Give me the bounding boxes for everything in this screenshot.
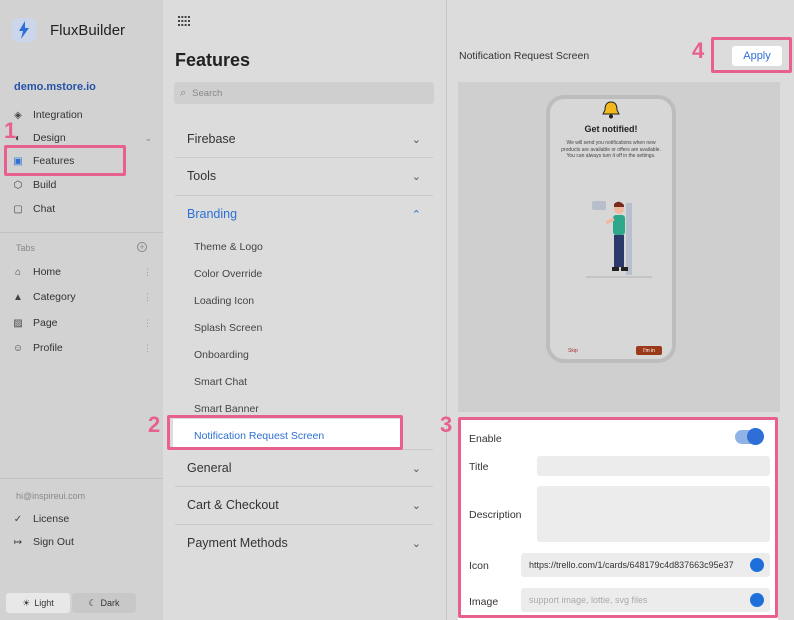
- home-icon: ⌂: [14, 266, 22, 278]
- theme-light-button[interactable]: ☀ Light: [6, 593, 70, 613]
- moon-icon: ☾: [88, 597, 97, 608]
- person-icon: ☺: [12, 342, 24, 354]
- image-icon: ▨: [13, 317, 23, 329]
- sidebar-tab-label: Profile: [33, 342, 63, 354]
- project-domain[interactable]: demo.mstore.io: [14, 81, 96, 93]
- bell-icon: [602, 101, 620, 119]
- sidebar-tab-label: Page: [33, 317, 58, 329]
- sidebar-tab-label: Home: [33, 266, 62, 278]
- callout-number-4: 4: [692, 38, 705, 63]
- highlight-box-2: [167, 415, 403, 450]
- check-circle-icon: ✓: [13, 513, 23, 525]
- sign-out-button[interactable]: ↦ Sign Out: [12, 532, 152, 552]
- search-placeholder: Search: [192, 87, 223, 99]
- drag-handle-icon[interactable]: ⋮: [143, 318, 152, 329]
- chat-icon: ▢: [13, 203, 23, 215]
- highlight-box-3: [458, 417, 778, 618]
- chevron-down-icon: ⌄: [411, 170, 421, 183]
- phone-heading: Get notified!: [584, 124, 638, 134]
- section-label: Branding: [187, 207, 238, 221]
- section-payment-methods[interactable]: Payment Methods ⌄: [175, 525, 433, 561]
- section-label: Payment Methods: [187, 536, 288, 550]
- license-label: License: [33, 513, 70, 525]
- search-icon: ⌕: [180, 86, 187, 99]
- drag-handle-icon[interactable]: ⋮: [143, 292, 152, 303]
- callout-number-3: 3: [440, 412, 453, 437]
- sidebar-item-build[interactable]: ⬡ Build: [12, 175, 152, 195]
- user-email: hi@inspireui.com: [16, 491, 86, 501]
- theme-switch: ☀ Light ☾ Dark: [6, 593, 136, 613]
- sidebar-item-integration[interactable]: ◈ Integration: [12, 105, 152, 125]
- preview-title: Notification Request Screen: [459, 50, 590, 62]
- sidebar-tab-label: Category: [33, 291, 76, 303]
- theme-dark-button[interactable]: ☾ Dark: [72, 593, 136, 613]
- chevron-up-icon: ⌃: [411, 208, 421, 221]
- phone-skip-button: Skip: [568, 348, 578, 354]
- sign-out-label: Sign Out: [33, 536, 74, 548]
- page-title: Features: [175, 50, 251, 70]
- cube-icon: ⬡: [13, 179, 23, 191]
- sidebar-tab-profile[interactable]: ☺ Profile ⋮: [12, 338, 152, 358]
- add-tab-icon[interactable]: +: [137, 242, 147, 252]
- sidebar: FluxBuilder demo.mstore.io ◈ Integration…: [0, 0, 163, 620]
- chevron-down-icon: ⌄: [144, 132, 152, 143]
- drag-handle-icon[interactable]: ⋮: [143, 267, 152, 278]
- branding-item-loading-icon[interactable]: Loading Icon: [194, 295, 254, 307]
- section-firebase[interactable]: Firebase ⌄: [175, 121, 433, 157]
- divider: [446, 0, 447, 620]
- branding-item-theme-logo[interactable]: Theme & Logo: [194, 241, 263, 253]
- brand-name: FluxBuilder: [50, 22, 126, 39]
- section-label: General: [187, 461, 232, 475]
- theme-dark-label: Dark: [100, 598, 120, 608]
- divider: [0, 232, 163, 233]
- triangle-icon: ▲: [13, 291, 23, 303]
- sidebar-item-label: Build: [33, 179, 57, 191]
- drag-handle-icon[interactable]: ⋮: [143, 343, 152, 354]
- branding-item-color-override[interactable]: Color Override: [194, 268, 262, 280]
- section-label: Cart & Checkout: [187, 498, 279, 512]
- sidebar-tab-page[interactable]: ▨ Page ⋮: [12, 313, 152, 333]
- callout-number-2: 2: [148, 412, 161, 437]
- search-input[interactable]: ⌕ Search: [174, 82, 434, 104]
- sidebar-item-label: Integration: [33, 109, 83, 121]
- sidebar-tab-category[interactable]: ▲ Category ⋮: [12, 287, 152, 307]
- highlight-box-4: [711, 37, 792, 73]
- section-general[interactable]: General ⌄: [175, 450, 433, 486]
- theme-light-label: Light: [34, 598, 54, 608]
- tabs-header: Tabs: [16, 243, 36, 253]
- license-button[interactable]: ✓ License: [12, 509, 152, 529]
- logout-icon: ↦: [13, 536, 23, 548]
- section-label: Tools: [187, 169, 217, 183]
- chevron-down-icon: ⌄: [411, 462, 421, 475]
- sidebar-item-label: Chat: [33, 203, 56, 215]
- branding-item-onboarding[interactable]: Onboarding: [194, 349, 249, 361]
- section-label: Firebase: [187, 132, 236, 146]
- sidebar-item-label: Design: [33, 132, 66, 144]
- branding-item-smart-chat[interactable]: Smart Chat: [194, 376, 247, 388]
- branding-item-smart-banner[interactable]: Smart Banner: [194, 403, 259, 415]
- person-illustration: [586, 201, 652, 278]
- section-branding[interactable]: Branding ⌃: [175, 196, 433, 232]
- callout-number-1: 1: [4, 118, 17, 143]
- phone-description: We will send you notifications when new …: [561, 140, 661, 159]
- chevron-down-icon: ⌄: [411, 537, 421, 550]
- sun-icon: ☀: [22, 597, 31, 608]
- grid-menu-icon[interactable]: [178, 13, 190, 31]
- sidebar-tab-home[interactable]: ⌂ Home ⋮: [12, 262, 152, 282]
- highlight-box-1: [4, 145, 126, 176]
- divider: [0, 478, 163, 479]
- chevron-down-icon: ⌄: [411, 133, 421, 146]
- section-cart-checkout[interactable]: Cart & Checkout ⌄: [175, 487, 433, 523]
- section-tools[interactable]: Tools ⌄: [175, 158, 433, 194]
- sidebar-item-chat[interactable]: ▢ Chat: [12, 199, 152, 219]
- chevron-down-icon: ⌄: [411, 499, 421, 512]
- phone-confirm-button: I'm in: [636, 346, 662, 355]
- branding-item-splash-screen[interactable]: Splash Screen: [194, 322, 262, 334]
- flux-logo-icon: [12, 18, 36, 42]
